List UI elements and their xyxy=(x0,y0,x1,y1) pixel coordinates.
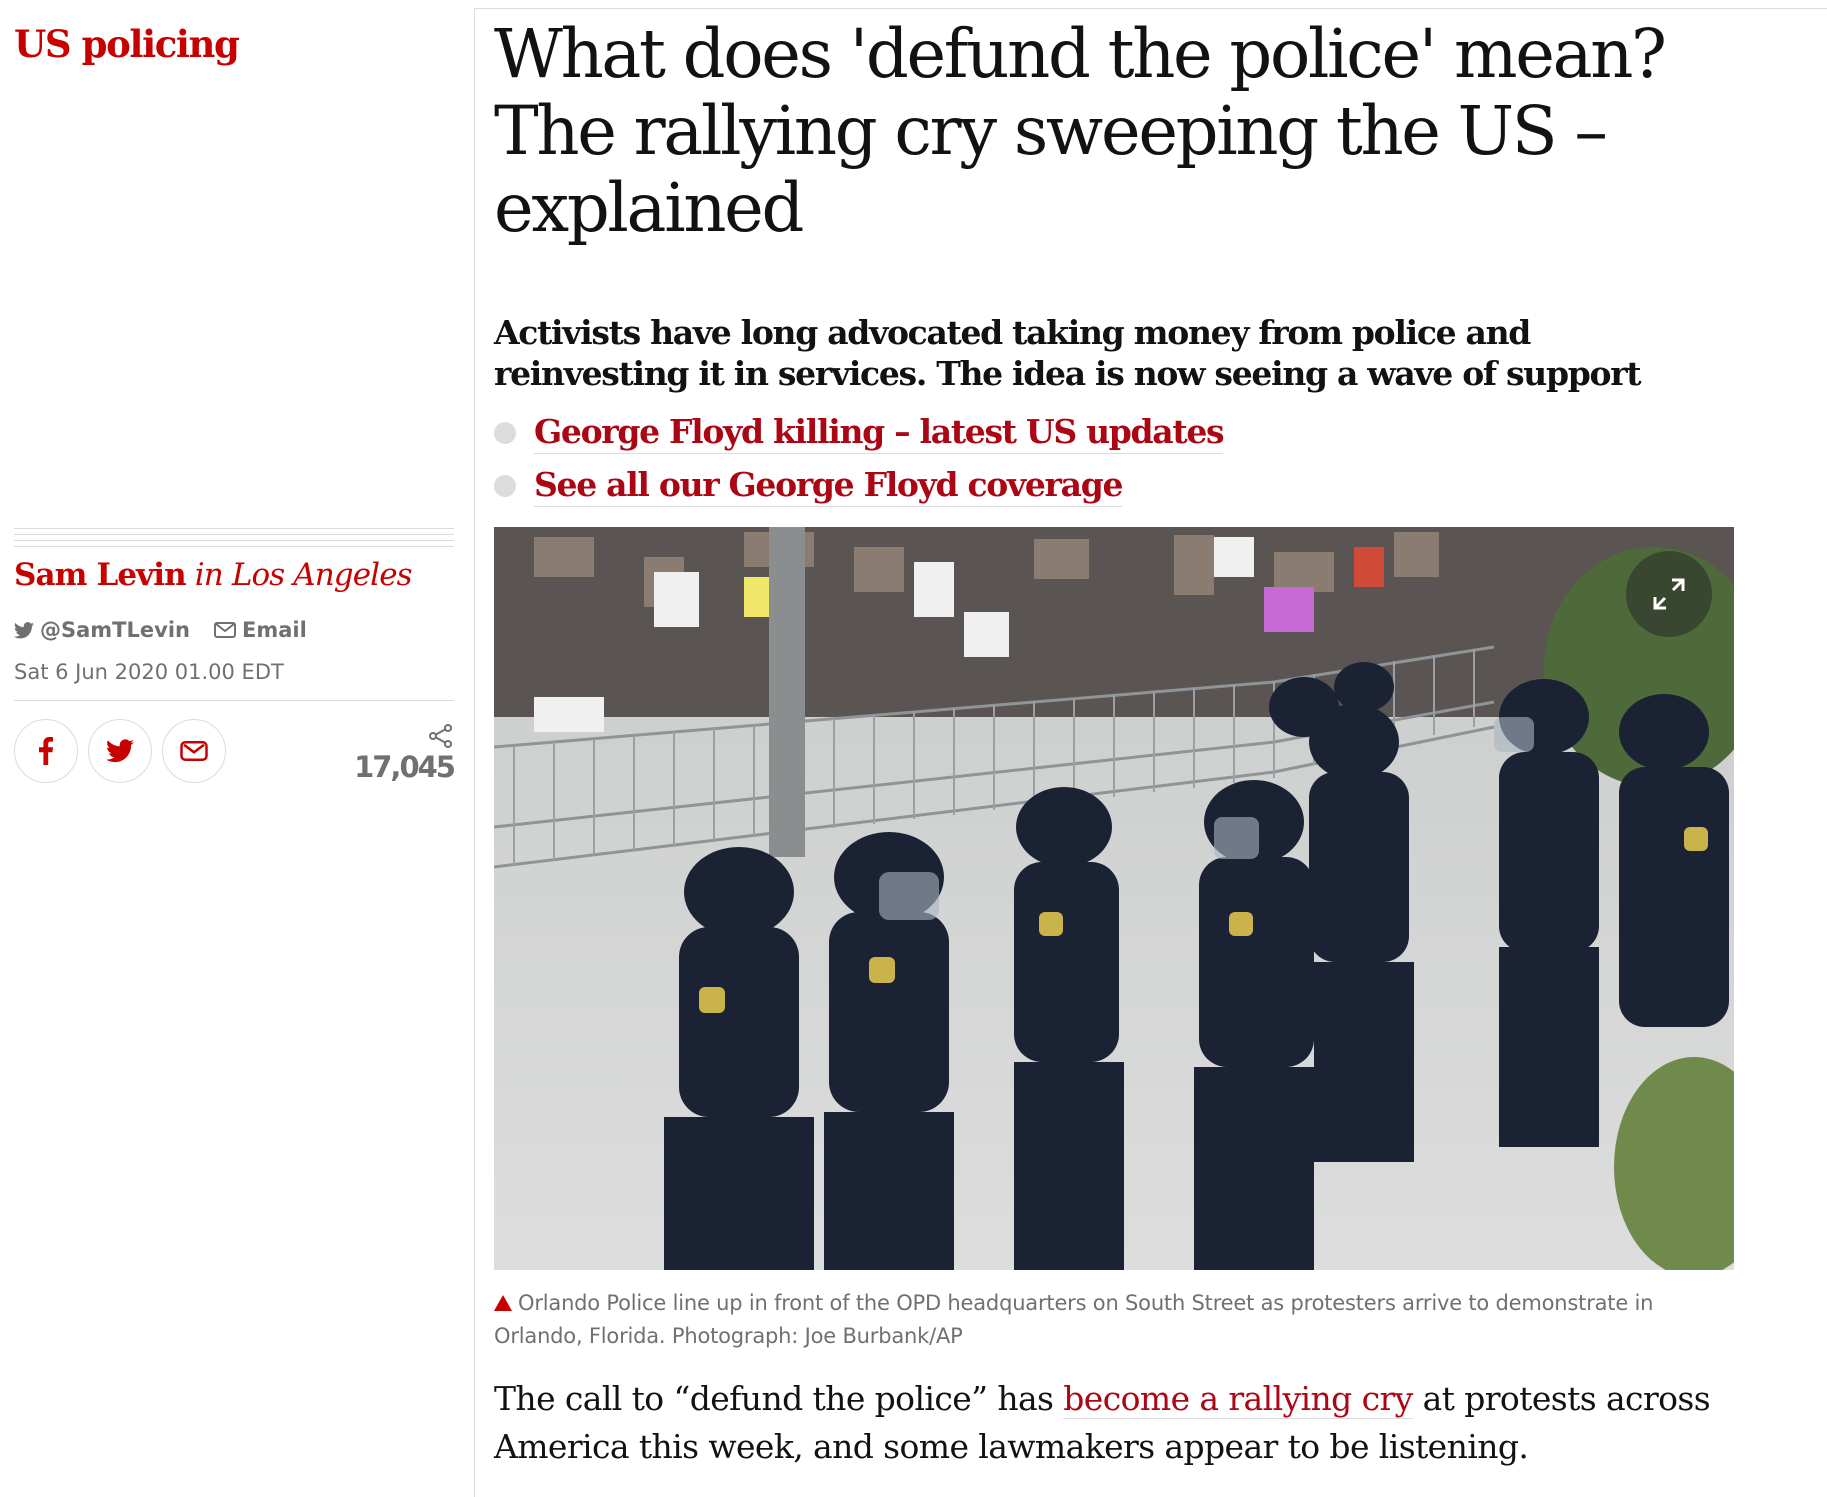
main-photo[interactable] xyxy=(494,527,1734,1270)
email-label: Email xyxy=(241,618,307,642)
share-icon xyxy=(429,724,452,748)
byline: Sam Levin in Los Angeles xyxy=(14,557,413,593)
facebook-icon xyxy=(39,737,53,765)
twitter-icon xyxy=(106,739,134,763)
byline-rules xyxy=(14,528,454,552)
section-label[interactable]: US policing xyxy=(14,22,240,66)
related-link-item: See all our George Floyd coverage xyxy=(494,459,1223,512)
bullet-icon xyxy=(494,421,516,444)
expand-image-button[interactable] xyxy=(1626,551,1712,637)
headline: What does 'defund the police' mean? The … xyxy=(494,15,1667,247)
author-twitter-link[interactable]: @SamTLevin xyxy=(14,618,190,642)
related-link-all-coverage[interactable]: See all our George Floyd coverage xyxy=(534,465,1124,507)
publish-date: Sat 6 Jun 2020 01.00 EDT xyxy=(14,660,284,684)
share-twitter-button[interactable] xyxy=(88,719,152,783)
caption-text: Orlando Police line up in front of the O… xyxy=(494,1291,1654,1348)
envelope-icon xyxy=(213,622,236,638)
meta-divider xyxy=(14,700,454,701)
related-links: George Floyd killing – latest US updates… xyxy=(494,406,1225,512)
standfirst: Activists have long advocated taking mon… xyxy=(494,313,1642,393)
image-caption: Orlando Police line up in front of the O… xyxy=(494,1287,1734,1353)
body-inline-link[interactable]: become a rallying cry xyxy=(1063,1379,1413,1419)
email-icon xyxy=(180,741,208,761)
author-social: @SamTLevin Email xyxy=(14,618,307,642)
author-email-link[interactable]: Email xyxy=(213,618,307,642)
expand-icon xyxy=(1653,578,1685,610)
byline-location: in Los Angeles xyxy=(194,557,413,593)
bullet-icon xyxy=(494,474,516,497)
related-link-latest-updates[interactable]: George Floyd killing – latest US updates xyxy=(534,412,1225,454)
author-link[interactable]: Sam Levin xyxy=(14,557,187,593)
share-count: 17,045 xyxy=(354,724,456,784)
related-link-item: George Floyd killing – latest US updates xyxy=(494,406,1225,459)
body-paragraph: The call to “defund the police” has beco… xyxy=(494,1375,1794,1471)
body-text-start: The call to “defund the police” has xyxy=(494,1379,1064,1418)
twitter-icon xyxy=(14,621,34,638)
column-divider xyxy=(474,8,475,1497)
share-buttons xyxy=(14,719,236,783)
top-divider xyxy=(475,8,1827,9)
twitter-handle: @SamTLevin xyxy=(40,618,190,642)
share-email-button[interactable] xyxy=(162,719,226,783)
share-facebook-button[interactable] xyxy=(14,719,78,783)
caption-triangle-icon xyxy=(494,1295,512,1311)
photo-scene xyxy=(494,527,1734,1270)
share-count-value: 17,045 xyxy=(354,750,456,784)
